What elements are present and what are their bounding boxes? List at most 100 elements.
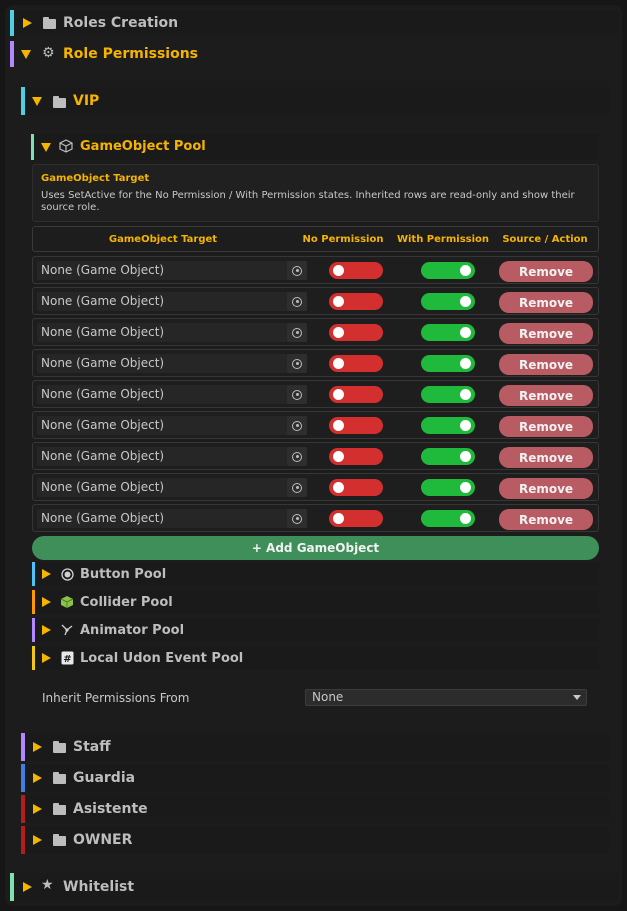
toggle-knob bbox=[333, 451, 344, 462]
foldout-role-owner[interactable]: OWNER bbox=[21, 826, 609, 854]
no-permission-toggle[interactable] bbox=[329, 293, 383, 310]
table-row: None (Game Object) Remove bbox=[32, 256, 599, 284]
gameobject-field-value: None (Game Object) bbox=[41, 511, 165, 525]
no-permission-toggle[interactable] bbox=[329, 479, 383, 496]
gameobject-field[interactable]: None (Game Object) bbox=[37, 261, 307, 280]
no-permission-toggle[interactable] bbox=[329, 386, 383, 403]
remove-button[interactable]: Remove bbox=[499, 261, 593, 282]
object-picker-button[interactable] bbox=[287, 323, 307, 342]
object-picker-button[interactable] bbox=[287, 478, 307, 497]
no-permission-toggle[interactable] bbox=[329, 262, 383, 279]
target-icon bbox=[292, 327, 302, 338]
with-permission-toggle[interactable] bbox=[421, 448, 475, 465]
no-permission-toggle[interactable] bbox=[329, 417, 383, 434]
gameobject-field[interactable]: None (Game Object) bbox=[37, 385, 307, 404]
foldout-role-vip[interactable]: VIP bbox=[21, 87, 609, 115]
remove-button[interactable]: Remove bbox=[499, 354, 593, 375]
foldout-whitelist[interactable]: ★ Whitelist bbox=[10, 873, 619, 901]
gameobject-field[interactable]: None (Game Object) bbox=[37, 478, 307, 497]
object-picker-button[interactable] bbox=[287, 261, 307, 280]
toggle-knob bbox=[333, 420, 344, 431]
foldout-role-permissions[interactable]: ⚙ Role Permissions bbox=[10, 41, 619, 67]
table-row: None (Game Object) Remove bbox=[32, 411, 599, 439]
accent-bar bbox=[10, 41, 14, 67]
table-row: None (Game Object) Remove bbox=[32, 318, 599, 346]
table-row: None (Game Object) Remove bbox=[32, 442, 599, 470]
foldout-collider-pool[interactable]: Collider Pool bbox=[32, 590, 599, 614]
foldout-role-guardia[interactable]: Guardia bbox=[21, 764, 609, 792]
gameobject-field[interactable]: None (Game Object) bbox=[37, 509, 307, 528]
remove-button[interactable]: Remove bbox=[499, 385, 593, 406]
toggle-knob bbox=[460, 451, 471, 462]
with-permission-toggle[interactable] bbox=[421, 386, 475, 403]
help-text: Uses SetActive for the No Permission / W… bbox=[41, 190, 575, 213]
add-gameobject-button[interactable]: + Add GameObject bbox=[32, 536, 599, 560]
gameobject-field-value: None (Game Object) bbox=[41, 356, 165, 370]
remove-button[interactable]: Remove bbox=[499, 509, 593, 530]
no-permission-toggle[interactable] bbox=[329, 510, 383, 527]
folder-icon bbox=[53, 96, 66, 108]
remove-button[interactable]: Remove bbox=[499, 447, 593, 468]
object-picker-button[interactable] bbox=[287, 447, 307, 466]
object-picker-button[interactable] bbox=[287, 416, 307, 435]
toggle-knob bbox=[333, 482, 344, 493]
object-picker-button[interactable] bbox=[287, 292, 307, 311]
no-permission-toggle[interactable] bbox=[329, 355, 383, 372]
foldout-local-udon-event-pool[interactable]: # Local Udon Event Pool bbox=[32, 646, 599, 670]
object-picker-button[interactable] bbox=[287, 354, 307, 373]
with-permission-toggle[interactable] bbox=[421, 293, 475, 310]
gameobject-field[interactable]: None (Game Object) bbox=[37, 447, 307, 466]
foldout-role-staff[interactable]: Staff bbox=[21, 733, 609, 761]
with-permission-toggle[interactable] bbox=[421, 324, 475, 341]
inherit-select[interactable]: None bbox=[305, 689, 587, 706]
foldout-label: Staff bbox=[73, 739, 111, 755]
gameobject-field-value: None (Game Object) bbox=[41, 263, 165, 277]
chevron-right-icon bbox=[42, 569, 51, 579]
table-row: None (Game Object) Remove bbox=[32, 380, 599, 408]
toggle-knob bbox=[460, 327, 471, 338]
accent-bar bbox=[32, 590, 35, 614]
with-permission-toggle[interactable] bbox=[421, 355, 475, 372]
target-icon bbox=[292, 296, 302, 307]
with-permission-toggle[interactable] bbox=[421, 510, 475, 527]
folder-icon bbox=[53, 803, 66, 815]
no-permission-toggle[interactable] bbox=[329, 448, 383, 465]
gameobject-field[interactable]: None (Game Object) bbox=[37, 292, 307, 311]
cube-icon bbox=[60, 595, 74, 609]
foldout-gameobject-pool[interactable]: GameObject Pool bbox=[31, 134, 599, 160]
help-title: GameObject Target bbox=[41, 173, 150, 184]
with-permission-toggle[interactable] bbox=[421, 417, 475, 434]
accent-bar bbox=[21, 795, 25, 823]
accent-bar bbox=[21, 87, 25, 115]
remove-button[interactable]: Remove bbox=[499, 323, 593, 344]
remove-button[interactable]: Remove bbox=[499, 292, 593, 313]
toggle-knob bbox=[333, 265, 344, 276]
with-permission-toggle[interactable] bbox=[421, 479, 475, 496]
gameobject-field[interactable]: None (Game Object) bbox=[37, 323, 307, 342]
with-permission-toggle[interactable] bbox=[421, 262, 475, 279]
accent-bar bbox=[31, 134, 34, 160]
foldout-label: Local Udon Event Pool bbox=[80, 650, 244, 666]
toggle-knob bbox=[460, 513, 471, 524]
chevron-right-icon bbox=[33, 835, 42, 845]
folder-icon bbox=[53, 772, 66, 784]
foldout-button-pool[interactable]: Button Pool bbox=[32, 562, 599, 586]
object-picker-button[interactable] bbox=[287, 509, 307, 528]
accent-bar bbox=[32, 562, 35, 586]
accent-bar bbox=[21, 764, 25, 792]
chevron-right-icon bbox=[42, 597, 51, 607]
gameobject-field[interactable]: None (Game Object) bbox=[37, 416, 307, 435]
accent-bar bbox=[32, 618, 35, 642]
inherit-label: Inherit Permissions From bbox=[42, 691, 190, 705]
object-picker-button[interactable] bbox=[287, 385, 307, 404]
column-header: With Permission bbox=[396, 234, 490, 245]
target-icon bbox=[292, 389, 302, 400]
foldout-label: Asistente bbox=[73, 801, 148, 817]
foldout-role-asistente[interactable]: Asistente bbox=[21, 795, 609, 823]
remove-button[interactable]: Remove bbox=[499, 416, 593, 437]
foldout-animator-pool[interactable]: Animator Pool bbox=[32, 618, 599, 642]
no-permission-toggle[interactable] bbox=[329, 324, 383, 341]
foldout-roles-creation[interactable]: Roles Creation bbox=[10, 10, 619, 36]
gameobject-field[interactable]: None (Game Object) bbox=[37, 354, 307, 373]
remove-button[interactable]: Remove bbox=[499, 478, 593, 499]
